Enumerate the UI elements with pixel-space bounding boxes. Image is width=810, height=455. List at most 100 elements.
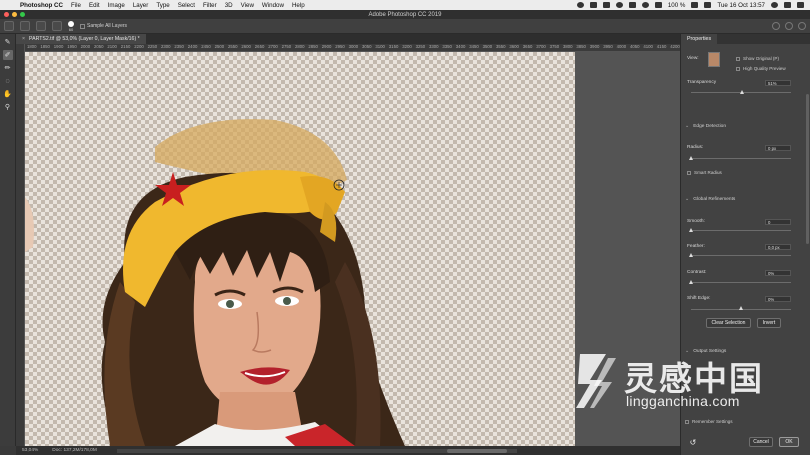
- workspace-icon[interactable]: [785, 22, 793, 30]
- ruler-tick-label: 2100: [107, 44, 117, 49]
- document-size[interactable]: Doc: 137,2M/178,0M: [52, 448, 97, 453]
- high-quality-preview-toggle[interactable]: High Quality Preview: [736, 66, 786, 71]
- refine-edge-brush-tool-icon[interactable]: ✐: [2, 50, 13, 60]
- wifi-icon[interactable]: [641, 2, 649, 8]
- display-icon[interactable]: [602, 2, 610, 8]
- canvas-area[interactable]: [25, 52, 680, 446]
- panel-scrollbar[interactable]: [806, 94, 809, 244]
- brush-size-picker[interactable]: 60: [68, 20, 74, 32]
- menu-image[interactable]: Image: [108, 2, 125, 9]
- siri-icon[interactable]: [784, 2, 791, 8]
- feather-slider[interactable]: [691, 255, 791, 256]
- smooth-value[interactable]: 0: [765, 219, 791, 225]
- radius-slider-handle[interactable]: [689, 156, 693, 160]
- creative-cloud-icon[interactable]: [576, 2, 584, 8]
- edge-detection-section[interactable]: ⌄ Edge Detection: [685, 123, 726, 129]
- brush-tool-icon[interactable]: ✏: [3, 63, 13, 73]
- menu-help[interactable]: Help: [292, 2, 305, 9]
- global-refinements-section[interactable]: ⌄ Global Refinements: [685, 196, 735, 202]
- shift-edge-slider-handle[interactable]: [739, 306, 743, 310]
- horizontal-scrollbar[interactable]: [116, 448, 517, 453]
- mac-menubar: Photoshop CC File Edit Image Layer Type …: [0, 0, 810, 10]
- zoom-window-button[interactable]: [20, 12, 25, 17]
- brush-add-mode-icon[interactable]: [36, 21, 46, 31]
- feather-value[interactable]: 0,0 px: [765, 244, 791, 250]
- sample-all-layers-checkbox[interactable]: [80, 23, 85, 29]
- shift-edge-value[interactable]: 0%: [765, 296, 791, 302]
- view-mode-picker[interactable]: [708, 52, 720, 67]
- remember-settings-checkbox[interactable]: [685, 419, 689, 424]
- share-icon[interactable]: [798, 22, 806, 30]
- invert-button[interactable]: Invert: [757, 318, 781, 328]
- menu-window[interactable]: Window: [262, 2, 284, 9]
- menu-app-name[interactable]: Photoshop CC: [20, 2, 63, 9]
- menu-filter[interactable]: Filter: [203, 2, 217, 9]
- menu-type[interactable]: Type: [156, 2, 169, 9]
- remember-settings-toggle[interactable]: Remember Settings: [685, 419, 733, 424]
- high-quality-preview-checkbox[interactable]: [736, 66, 740, 71]
- cancel-button[interactable]: Cancel: [749, 437, 773, 447]
- close-tab-icon[interactable]: ×: [22, 36, 25, 42]
- zoom-tool-icon[interactable]: ⚲: [3, 102, 13, 112]
- ruler-tick-label: 3700: [536, 44, 546, 49]
- clear-selection-button[interactable]: Clear Selection: [706, 318, 751, 328]
- smart-radius-toggle[interactable]: Smart Radius: [687, 170, 722, 175]
- ruler-tick-label: 3450: [469, 44, 479, 49]
- radius-slider[interactable]: [691, 158, 791, 159]
- volume-icon[interactable]: [654, 2, 662, 8]
- ruler-tick-label: 2500: [214, 44, 225, 49]
- close-window-button[interactable]: [4, 12, 9, 17]
- zoom-level[interactable]: 53,04%: [22, 448, 38, 453]
- transparency-slider-handle[interactable]: [740, 90, 744, 94]
- brush-subtract-mode-icon[interactable]: [52, 21, 62, 31]
- battery-percent[interactable]: 100 %: [668, 2, 686, 9]
- menu-edit[interactable]: Edit: [89, 2, 100, 9]
- smooth-slider-handle[interactable]: [689, 228, 693, 232]
- menu-select[interactable]: Select: [178, 2, 195, 9]
- menu-3d[interactable]: 3D: [225, 2, 233, 9]
- contrast-value[interactable]: 0%: [765, 270, 791, 276]
- menu-layer[interactable]: Layer: [133, 2, 148, 9]
- document-tab[interactable]: × PARTS2.tif @ 53,0% (Layer 0, Layer Mas…: [16, 34, 146, 44]
- ruler-tick-label: 2950: [335, 44, 345, 49]
- sample-all-layers-toggle[interactable]: Sample All Layers: [80, 23, 127, 29]
- battery-icon[interactable]: [691, 2, 699, 8]
- dropbox-icon[interactable]: [589, 2, 597, 8]
- document-tabbar: × PARTS2.tif @ 53,0% (Layer 0, Layer Mas…: [16, 34, 680, 44]
- time-machine-icon[interactable]: [615, 2, 623, 8]
- smart-radius-checkbox[interactable]: [687, 170, 691, 175]
- contrast-slider[interactable]: [691, 282, 791, 283]
- lasso-tool-icon[interactable]: ◌: [3, 76, 13, 86]
- vertical-ruler[interactable]: [16, 44, 25, 446]
- ok-button[interactable]: OK: [779, 437, 799, 447]
- reset-icon[interactable]: ↺: [687, 437, 699, 447]
- properties-tab[interactable]: Properties: [681, 34, 718, 44]
- shift-edge-label: Shift Edge:: [687, 296, 711, 301]
- notification-center-icon[interactable]: [797, 2, 804, 8]
- flag-icon[interactable]: [704, 2, 712, 8]
- hand-tool-icon[interactable]: ✋: [3, 89, 13, 99]
- scrollbar-thumb[interactable]: [446, 448, 507, 453]
- view-label: View:: [687, 56, 699, 61]
- show-original-toggle[interactable]: Show Original (P): [736, 56, 779, 61]
- menu-file[interactable]: File: [71, 2, 81, 9]
- quick-selection-tool-icon[interactable]: ✎: [3, 37, 13, 47]
- show-original-checkbox[interactable]: [736, 56, 740, 61]
- minimize-window-button[interactable]: [12, 12, 17, 17]
- bluetooth-icon[interactable]: [628, 2, 636, 8]
- feather-slider-handle[interactable]: [689, 253, 693, 257]
- home-icon[interactable]: [4, 21, 14, 31]
- contrast-slider-handle[interactable]: [689, 280, 693, 284]
- menubar-clock[interactable]: Tue 16 Oct 13:57: [717, 2, 765, 9]
- transparency-value[interactable]: 51%: [765, 80, 791, 86]
- spotlight-search-icon[interactable]: [771, 2, 778, 8]
- search-icon[interactable]: [772, 22, 780, 30]
- smooth-slider[interactable]: [691, 230, 791, 231]
- menu-view[interactable]: View: [241, 2, 254, 9]
- output-settings-section[interactable]: ⌄ Output Settings: [685, 348, 726, 354]
- tool-preset-icon[interactable]: [20, 21, 30, 31]
- horizontal-ruler[interactable]: 1800 1850 1900 1950 2000 2050 2100 2150 2200 2250…: [25, 44, 680, 52]
- radius-value[interactable]: 0 px: [765, 145, 791, 151]
- feather-label: Feather:: [687, 244, 705, 249]
- document-canvas[interactable]: [25, 52, 575, 446]
